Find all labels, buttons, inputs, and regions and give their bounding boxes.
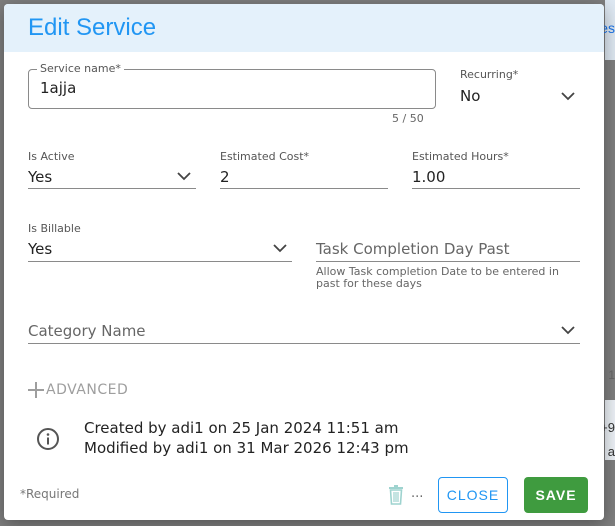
- chevron-down-icon: [273, 244, 287, 253]
- save-button[interactable]: SAVE: [524, 477, 588, 513]
- estimated-cost-underline: [220, 188, 388, 189]
- helper-line: past for these days: [316, 277, 422, 290]
- close-button[interactable]: CLOSE: [438, 477, 508, 513]
- chevron-down-icon: [561, 92, 575, 101]
- estimated-hours-label: Estimated Hours*: [412, 150, 509, 163]
- modified-by-text: Modified by adi1 on 31 Mar 2026 12:43 pm: [84, 439, 409, 457]
- estimated-cost-value: 2: [220, 168, 230, 186]
- is-active-select[interactable]: Yes: [28, 166, 196, 190]
- is-billable-select[interactable]: Yes: [28, 238, 292, 262]
- more-ellipsis: ...: [411, 486, 424, 501]
- recurring-label: Recurring*: [460, 68, 519, 81]
- dialog-title: Edit Service: [28, 14, 157, 41]
- estimated-hours-underline: [412, 188, 580, 189]
- chevron-down-icon: [561, 326, 575, 335]
- advanced-label: ADVANCED: [46, 382, 129, 398]
- is-active-value: Yes: [28, 168, 53, 186]
- task-completion-input[interactable]: Task Completion Day Past: [316, 238, 580, 262]
- service-name-input[interactable]: [28, 69, 436, 109]
- trash-icon[interactable]: [388, 485, 404, 505]
- estimated-hours-input[interactable]: 1.00: [412, 166, 580, 190]
- task-completion-helper: Allow Task completion Date to be entered…: [316, 266, 559, 290]
- is-billable-label: Is Billable: [28, 222, 81, 235]
- advanced-toggle[interactable]: ADVANCED: [26, 380, 128, 400]
- estimated-cost-input[interactable]: 2: [220, 166, 388, 190]
- edit-service-dialog: Edit Service Service name* 1ajja 5 / 50 …: [4, 4, 604, 520]
- required-note: *Required: [20, 487, 80, 501]
- service-name-label: Service name*: [37, 62, 124, 75]
- is-active-label: Is Active: [28, 150, 75, 163]
- recurring-value: No: [460, 87, 481, 105]
- category-placeholder: Category Name: [28, 322, 146, 340]
- recurring-select[interactable]: No: [460, 84, 580, 110]
- task-completion-placeholder: Task Completion Day Past: [316, 240, 510, 258]
- is-billable-value: Yes: [28, 240, 53, 258]
- dialog-header: Edit Service: [4, 4, 604, 52]
- is-active-underline: [28, 188, 196, 189]
- category-underline: [28, 343, 580, 344]
- background-text: a: [607, 444, 615, 459]
- info-icon: [37, 428, 59, 450]
- is-billable-underline: [28, 261, 292, 262]
- chevron-down-icon: [177, 172, 191, 181]
- plus-icon: [28, 382, 44, 398]
- service-name-value: 1ajja: [40, 79, 77, 97]
- task-completion-underline: [316, 261, 580, 262]
- audit-info: Created by adi1 on 25 Jan 2024 11:51 am …: [84, 418, 409, 458]
- category-select[interactable]: Category Name: [28, 320, 580, 344]
- estimated-hours-value: 1.00: [412, 168, 446, 186]
- service-name-counter: 5 / 50: [392, 112, 424, 125]
- estimated-cost-label: Estimated Cost*: [220, 150, 310, 163]
- created-by-text: Created by adi1 on 25 Jan 2024 11:51 am: [84, 419, 399, 437]
- background-text: 1: [608, 368, 615, 382]
